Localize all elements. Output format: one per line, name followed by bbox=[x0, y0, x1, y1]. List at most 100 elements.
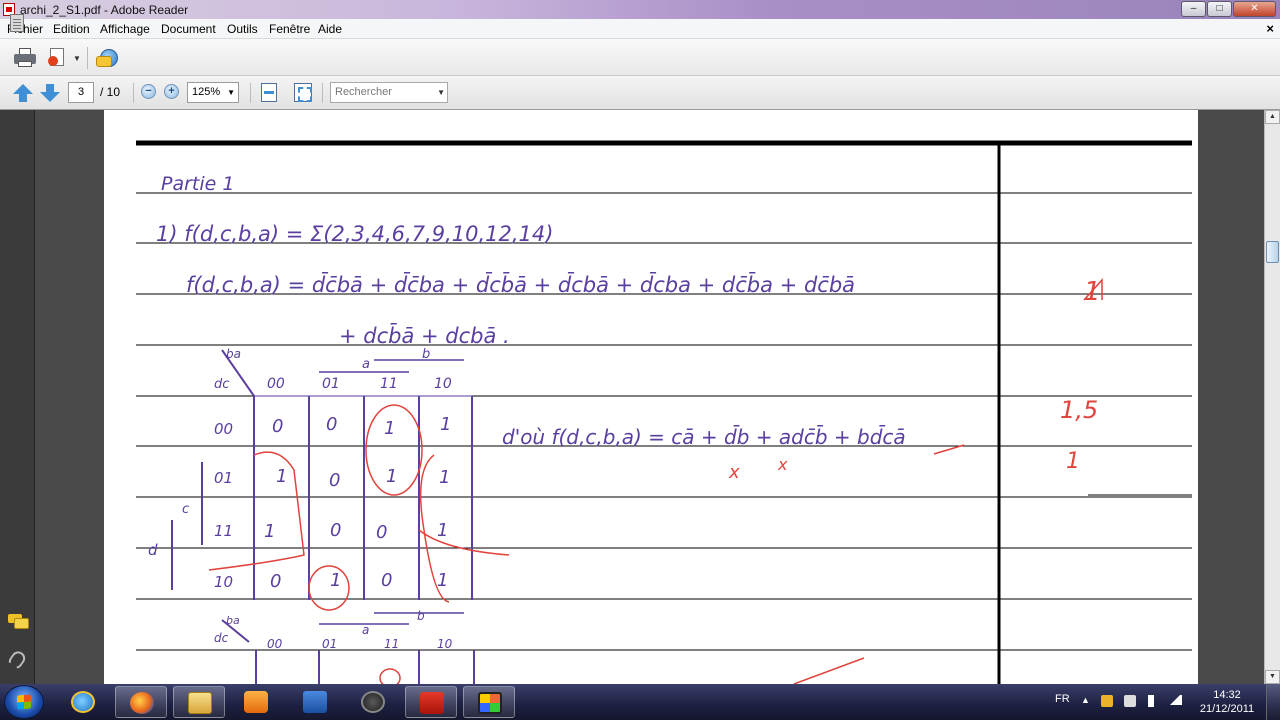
chevron-down-icon: ▼ bbox=[227, 88, 235, 97]
page-total: / 10 bbox=[100, 85, 121, 99]
document-viewport[interactable]: Partie 1 1) f(d,c,b,a) = Σ(2,3,4,6,7,9,1… bbox=[35, 110, 1264, 684]
window-title: archi_2_S1.pdf - Adobe Reader bbox=[20, 3, 189, 17]
menu-aide[interactable]: Aide bbox=[318, 22, 342, 36]
kmap1-col-header: 11 bbox=[380, 376, 398, 392]
page-number-input[interactable]: 3 bbox=[68, 82, 94, 103]
kmap1-cell: 0 bbox=[272, 416, 283, 437]
comments-icon[interactable] bbox=[8, 614, 29, 629]
kmap1-cell: 1 bbox=[264, 521, 275, 542]
minimize-button[interactable]: – bbox=[1181, 1, 1206, 17]
tray-app-icon[interactable] bbox=[1101, 695, 1113, 707]
scroll-up-icon[interactable]: ▲ bbox=[1265, 110, 1280, 124]
kmap1-group-a: a bbox=[362, 357, 370, 372]
scroll-thumb[interactable] bbox=[1266, 241, 1279, 263]
kmap1-col-header: 10 bbox=[434, 376, 452, 392]
clock-date: 21/12/2011 bbox=[1199, 703, 1255, 715]
navigation-pane bbox=[0, 110, 35, 684]
margin-mark: 1 bbox=[1066, 449, 1080, 474]
menu-outils[interactable]: Outils bbox=[227, 22, 258, 36]
network-icon[interactable] bbox=[1170, 695, 1182, 705]
kmap1-cell: 1 bbox=[386, 466, 397, 487]
kmap1-cell: 0 bbox=[330, 520, 341, 541]
toolbar-separator bbox=[322, 83, 323, 103]
cross-mark: x bbox=[728, 462, 740, 483]
arrow-up-icon[interactable] bbox=[13, 84, 33, 102]
kmap1-row-header: 00 bbox=[214, 420, 233, 438]
scroll-down-icon[interactable]: ▼ bbox=[1265, 670, 1280, 684]
close-document-button[interactable]: × bbox=[1266, 21, 1274, 36]
checkmark-app-icon[interactable] bbox=[289, 686, 341, 718]
firefox-icon[interactable] bbox=[115, 686, 167, 718]
kmap1-row-header: 01 bbox=[214, 469, 233, 487]
heading: Partie 1 bbox=[161, 173, 234, 195]
export-pdf-icon[interactable] bbox=[48, 48, 68, 68]
equation-line-3: + dcb̄ā + dcbā . bbox=[339, 323, 510, 348]
kmap2-corner-top: ba bbox=[226, 614, 240, 627]
kmap2-group-b: b bbox=[417, 609, 425, 623]
maximize-button[interactable]: □ bbox=[1207, 1, 1232, 17]
kmap1-cell: 0 bbox=[329, 470, 340, 491]
equation-line-2: f(d,c,b,a) = d̄c̄bā + d̄c̄ba + d̄cb̄ā + … bbox=[186, 272, 855, 297]
fit-page-icon[interactable] bbox=[294, 83, 312, 102]
hp-icon[interactable] bbox=[347, 686, 399, 718]
start-button[interactable] bbox=[4, 685, 44, 719]
language-indicator[interactable]: FR bbox=[1055, 693, 1070, 705]
kmap1-cell: 0 bbox=[376, 522, 387, 543]
zoom-value: 125% bbox=[192, 86, 221, 98]
tray-expand-icon[interactable]: ▲ bbox=[1081, 695, 1093, 707]
clock-time: 14:32 bbox=[1213, 689, 1241, 701]
video-app-icon[interactable] bbox=[463, 686, 515, 718]
menu-bar: Fichier Edition Affichage Document Outil… bbox=[0, 19, 1280, 39]
media-player-icon[interactable] bbox=[230, 686, 282, 718]
collaborate-icon[interactable] bbox=[96, 47, 122, 69]
volume-icon[interactable] bbox=[1148, 695, 1158, 707]
zoom-in-icon[interactable]: + bbox=[164, 84, 179, 99]
kmap1-corner-left: dc bbox=[214, 377, 229, 392]
result-equation: d'où f(d,c,b,a) = cā + d̄b + adc̄b̄ + bd… bbox=[502, 424, 906, 449]
system-clock[interactable]: 14:32 21/12/2011 bbox=[1196, 688, 1258, 716]
kmap1-cell: 0 bbox=[381, 570, 392, 591]
kmap1-col-header: 01 bbox=[322, 376, 340, 392]
window-controls: – □ ✕ bbox=[1180, 1, 1276, 17]
title-bar: archi_2_S1.pdf - Adobe Reader – □ ✕ bbox=[0, 0, 1280, 19]
kmap1-corner-top: ba bbox=[226, 347, 241, 361]
adobe-reader-icon[interactable] bbox=[405, 686, 457, 718]
kmap2-group-a: a bbox=[362, 623, 369, 637]
close-button[interactable]: ✕ bbox=[1233, 1, 1276, 17]
search-input[interactable]: Rechercher ▼ bbox=[330, 82, 448, 103]
kmap1-cell: 1 bbox=[440, 414, 451, 435]
kmap2-col-header: 00 bbox=[267, 637, 283, 651]
kmap2-col-header: 11 bbox=[384, 637, 399, 651]
kmap1-row-header: 11 bbox=[214, 522, 233, 540]
kmap1-cell: 1 bbox=[384, 418, 395, 439]
kmap1-col-header: 00 bbox=[267, 376, 285, 392]
kmap1-cell: 1 bbox=[437, 570, 448, 591]
menu-affichage[interactable]: Affichage bbox=[100, 22, 150, 36]
kmap2-col-header: 01 bbox=[322, 637, 337, 651]
toolbar-separator bbox=[133, 83, 134, 103]
show-desktop-button[interactable] bbox=[1266, 684, 1280, 720]
zoom-select[interactable]: 125% ▼ bbox=[187, 82, 239, 103]
pages-panel-icon[interactable] bbox=[10, 14, 24, 32]
export-dropdown-icon[interactable]: ▼ bbox=[73, 54, 81, 63]
zoom-out-icon[interactable]: − bbox=[141, 84, 156, 99]
power-icon[interactable] bbox=[1124, 695, 1136, 707]
kmap1-cell: 1 bbox=[276, 466, 287, 487]
menu-edition[interactable]: Edition bbox=[53, 22, 90, 36]
kmap1-cell: 0 bbox=[270, 571, 281, 592]
kmap1-group-d: d bbox=[148, 541, 158, 559]
vertical-scrollbar[interactable]: ▲ ▼ bbox=[1264, 110, 1280, 684]
fit-width-icon[interactable] bbox=[261, 83, 277, 102]
pdf-page: Partie 1 1) f(d,c,b,a) = Σ(2,3,4,6,7,9,1… bbox=[104, 110, 1198, 684]
kmap1-group-c: c bbox=[182, 502, 189, 517]
menu-document[interactable]: Document bbox=[161, 22, 216, 36]
toolbar-separator bbox=[250, 83, 251, 103]
kmap1-cell: 0 bbox=[326, 414, 337, 435]
file-explorer-icon[interactable] bbox=[173, 686, 225, 718]
printer-icon[interactable] bbox=[14, 48, 36, 68]
menu-fenetre[interactable]: Fenêtre bbox=[269, 22, 310, 36]
arrow-down-icon[interactable] bbox=[40, 84, 60, 102]
cross-mark: x bbox=[777, 455, 788, 474]
internet-explorer-icon[interactable] bbox=[57, 686, 109, 718]
margin-mark: 1,5 bbox=[1060, 396, 1098, 424]
